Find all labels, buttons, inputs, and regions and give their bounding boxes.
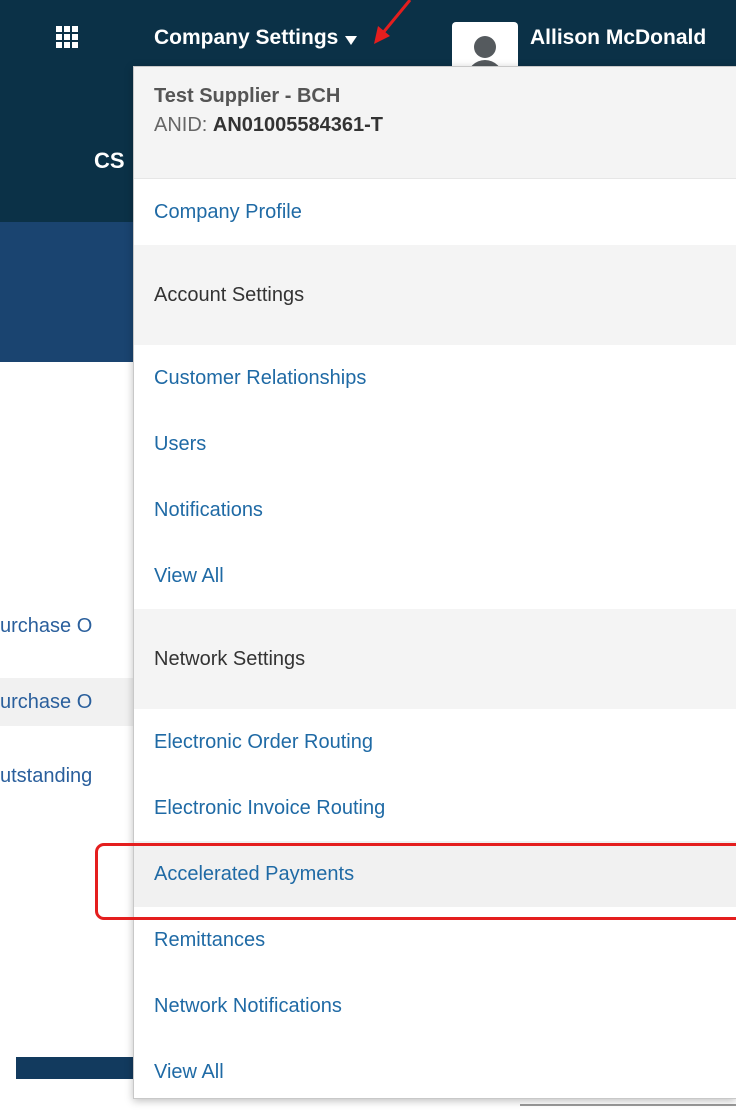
user-name[interactable]: Allison McDonald bbox=[530, 26, 706, 50]
anid-value: AN01005584361-T bbox=[212, 114, 384, 136]
menu-item-network-notifications[interactable]: Network Notifications bbox=[134, 973, 736, 1039]
anid-label: ANID: bbox=[154, 114, 208, 136]
menu-item-users[interactable]: Users bbox=[134, 411, 736, 477]
company-settings-dropdown: Test Supplier - BCH ANID: AN01005584361-… bbox=[133, 66, 736, 1099]
menu-item-accelerated-payments[interactable]: Accelerated Payments bbox=[134, 841, 736, 907]
footer-bar bbox=[16, 1057, 136, 1079]
list-item[interactable]: utstanding bbox=[0, 752, 135, 800]
company-name: Test Supplier - BCH bbox=[154, 85, 341, 107]
menu-item-remittances[interactable]: Remittances bbox=[134, 907, 736, 973]
apps-grid-icon[interactable] bbox=[56, 26, 78, 48]
list-item[interactable]: urchase O bbox=[0, 678, 135, 726]
company-settings-label: Company Settings bbox=[154, 26, 339, 49]
menu-item-account-view-all[interactable]: View All bbox=[134, 543, 736, 609]
menu-item-electronic-order-routing[interactable]: Electronic Order Routing bbox=[134, 709, 736, 775]
annotation-arrow-icon bbox=[374, 0, 412, 44]
company-info-header: Test Supplier - BCH ANID: AN01005584361-… bbox=[134, 67, 736, 179]
section-heading-account-settings: Account Settings bbox=[134, 245, 736, 345]
page-banner bbox=[0, 222, 135, 362]
menu-item-customer-relationships[interactable]: Customer Relationships bbox=[134, 345, 736, 411]
menu-item-electronic-invoice-routing[interactable]: Electronic Invoice Routing bbox=[134, 775, 736, 841]
menu-item-notifications[interactable]: Notifications bbox=[134, 477, 736, 543]
anid-line: ANID: AN01005584361-T bbox=[154, 114, 736, 137]
menu-item-company-profile[interactable]: Company Profile bbox=[134, 179, 736, 245]
section-heading-network-settings: Network Settings bbox=[134, 609, 736, 709]
menu-item-network-view-all[interactable]: View All bbox=[134, 1039, 736, 1105]
caret-down-icon bbox=[345, 35, 358, 45]
list-item[interactable]: urchase O bbox=[0, 602, 135, 650]
page-header-partial-text: CS bbox=[94, 148, 125, 173]
company-settings-menu-button[interactable]: Company Settings bbox=[154, 26, 358, 50]
